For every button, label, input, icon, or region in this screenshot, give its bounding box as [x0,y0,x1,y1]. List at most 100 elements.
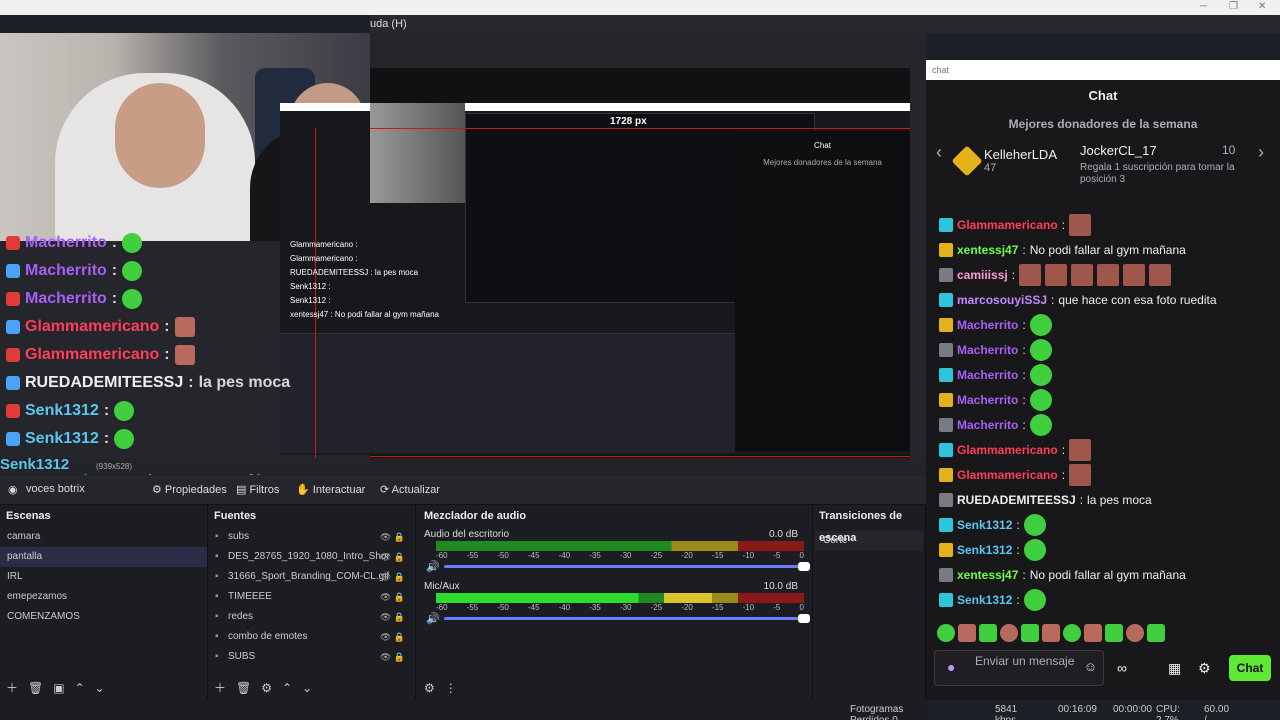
chat-username[interactable]: Macherrito [957,368,1018,382]
source-eye-icon[interactable]: ◉ [8,483,18,496]
scene-item[interactable]: IRL [0,567,207,587]
store-icon[interactable]: ▦ [1168,660,1181,677]
desktop-volume-icon[interactable]: 🔊 [426,560,440,573]
source-visibility-lock-icon[interactable]: 👁 🔒 [380,587,405,607]
source-visibility-lock-icon[interactable]: 👁 🔒 [380,607,405,627]
chat-username[interactable]: Macherrito [957,418,1018,432]
chat-badge-icon [939,218,953,232]
mic-icon[interactable]: ● [947,659,955,675]
scale-tick-label: -35 [589,603,601,612]
overlay-message-text: la pes moca [198,374,291,391]
chat-username[interactable]: marcosouyiSSJ [957,293,1047,307]
emote-suggestion-icon[interactable] [1105,624,1123,642]
chat-emote-icon [1029,364,1052,386]
chat-emote-icon [1029,389,1052,411]
transition-select[interactable]: Corte [815,531,923,551]
source-visibility-lock-icon[interactable]: 👁 🔒 [380,547,405,567]
scale-tick-label: -5 [773,603,781,612]
chat-message: Glammamericano: [939,464,1092,486]
source-visibility-lock-icon[interactable]: 👁 🔒 [380,647,405,667]
emote-suggestion-icon[interactable] [1147,624,1165,642]
status-fps: 60.00 / 60.00 FPS [1204,704,1230,720]
chat-username[interactable]: Senk1312 [957,543,1012,557]
chat-username[interactable]: Senk1312 [957,518,1012,532]
scene-item[interactable]: COMENZAMOS [0,607,207,627]
scene-item[interactable]: pantalla [0,547,207,567]
chat-badge-icon [939,568,953,582]
chat-emote-icon [1045,264,1068,286]
overlay-username: Macherrito [25,290,107,307]
scene-item[interactable]: emepezamos [0,587,207,607]
emote-suggestion-icon[interactable] [1042,624,1060,642]
source-type-icon: ▪ [215,651,219,662]
source-item[interactable]: ▪ SUBS 👁 🔒 [208,647,415,667]
chat-username[interactable]: xentessj47 [957,568,1018,582]
chat-username[interactable]: xentessj47 [957,243,1018,257]
minimize-icon[interactable]: ─ [1200,1,1207,12]
properties-button[interactable]: ⚙ Propiedades [146,481,233,499]
emote-suggestion-icon[interactable] [979,624,997,642]
chat-badge-icon [939,318,953,332]
emote-suggestion-icon[interactable] [1000,624,1018,642]
chat-username[interactable]: Macherrito [957,393,1018,407]
settings-gear-icon[interactable]: ⚙ [1198,660,1211,677]
mic-scale: -60 -55 -50 -45 -40 -35 -30 -25 -20 -15 -10 -5 0 [436,603,804,612]
desktop-audio-db: 0.0 dB [769,529,798,540]
chat-badge-icon [939,243,953,257]
chat-badge-icon [939,418,953,432]
emote-picker-icon[interactable]: ☺ [1084,659,1097,674]
source-visibility-lock-icon[interactable]: 👁 🔒 [380,567,405,587]
chat-username[interactable]: RUEDADEMITEESSJ [957,493,1076,507]
filters-button[interactable]: ▤ Filtros [230,481,285,499]
source-visibility-lock-icon[interactable]: 👁 🔒 [380,527,405,547]
mic-volume-knob[interactable] [798,614,810,623]
preview-canvas[interactable]: Chat Mejores donadores de la semana 1728… [0,33,926,475]
chat-emote-icon [1123,264,1146,286]
close-icon[interactable]: ✕ [1258,1,1266,12]
emote-suggestion-icon[interactable] [1126,624,1144,642]
chat-badge-icon [939,293,953,307]
interact-button[interactable]: ✋ Interactuar [290,481,371,499]
desktop-volume-slider[interactable] [444,562,810,571]
maximize-icon[interactable]: ❐ [1229,1,1238,12]
source-item[interactable]: ▪ 31666_Sport_Branding_COM-CL.gif 👁 🔒 [208,567,415,587]
nested-webcam [370,103,465,203]
source-item[interactable]: ▪ TIMEEEE 👁 🔒 [208,587,415,607]
chat-username[interactable]: Glammamericano [957,218,1058,232]
chat-username[interactable]: Glammamericano [957,468,1058,482]
overlay-username: Macherrito [25,262,107,279]
menu-help[interactable]: uda (H) [370,18,407,30]
status-rec: 00:00:00 [1113,704,1152,715]
source-item[interactable]: ▪ subs 👁 🔒 [208,527,415,547]
chat-username[interactable]: Glammamericano [957,443,1058,457]
emote-suggestion-icon[interactable] [1021,624,1039,642]
chat-send-button[interactable]: Chat [1229,655,1271,681]
chat-colon: : [1022,393,1026,407]
update-button[interactable]: ⟳ Actualizar [374,481,446,499]
chat-username[interactable]: Senk1312 [957,593,1012,607]
chat-colon: : [1016,518,1020,532]
scene-item[interactable]: camara [0,527,207,547]
chat-username[interactable]: camiiissj [957,268,1008,282]
emote-suggestion-icon[interactable] [1084,624,1102,642]
mic-volume-slider[interactable] [444,614,810,623]
mic-volume-icon[interactable]: 🔊 [426,612,440,625]
leaderboard-prev-icon[interactable]: ‹ [936,142,942,163]
source-item[interactable]: ▪ redes 👁 🔒 [208,607,415,627]
mixer-footer: ⚙ ⋮ [424,681,457,695]
chat-username[interactable]: Macherrito [957,318,1018,332]
emote-suggestion-icon[interactable] [958,624,976,642]
chat-input[interactable]: ● Enviar un mensaje ☺ [934,650,1104,686]
source-item[interactable]: ▪ DES_28765_1920_1080_Intro_Shor 👁 🔒 [208,547,415,567]
emote-suggestion-icon[interactable] [937,624,955,642]
source-visibility-lock-icon[interactable]: 👁 🔒 [380,627,405,647]
desktop-volume-knob[interactable] [798,562,810,571]
source-item[interactable]: ▪ combo de emotes 👁 🔒 [208,627,415,647]
bits-icon[interactable]: ∞ [1117,660,1127,676]
emote-icon [122,289,143,309]
emote-suggestion-icon[interactable] [1063,624,1081,642]
scenes-footer: ＋ 🗑 ▣ ⌃ ⌄ [6,681,105,695]
scale-tick-label: -20 [681,551,693,560]
chat-badge-icon [939,443,953,457]
chat-username[interactable]: Macherrito [957,343,1018,357]
